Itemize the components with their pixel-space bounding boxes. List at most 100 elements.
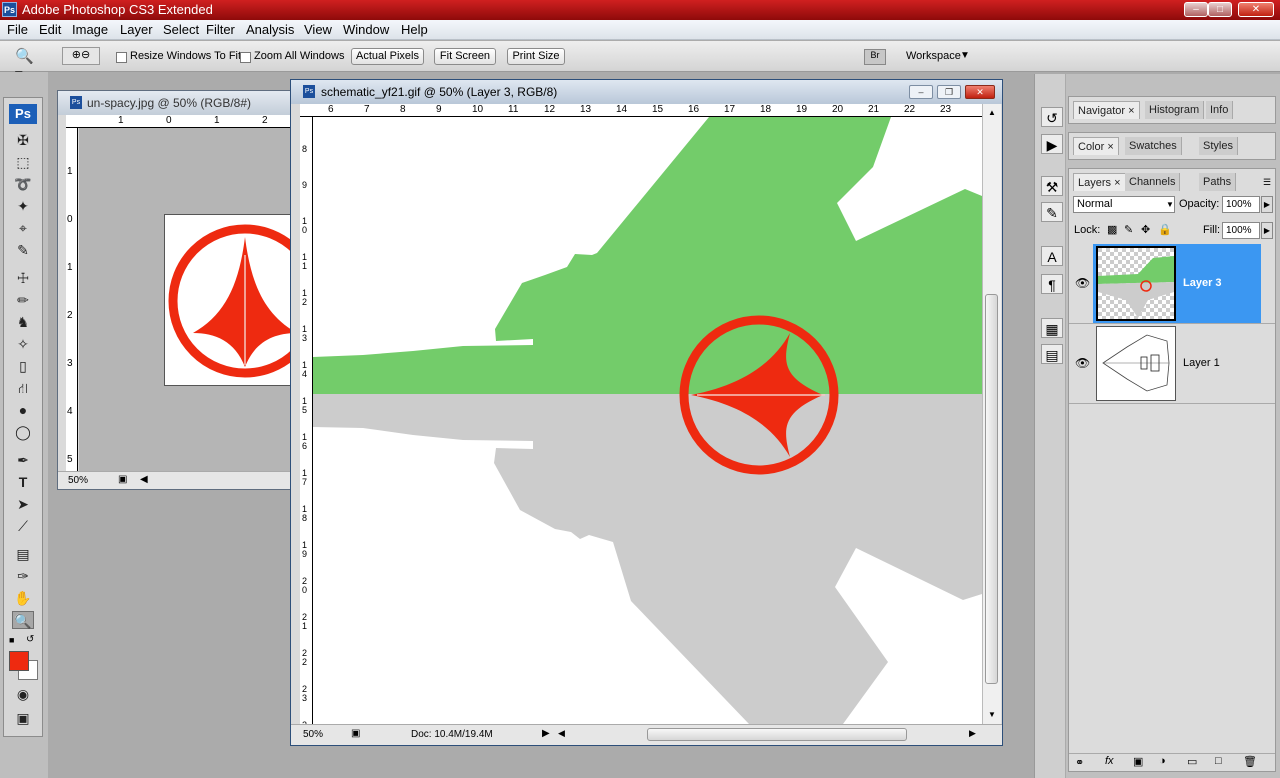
line-tool-icon[interactable]: ⟋ [12,517,34,535]
tab-layers[interactable]: Layers × [1073,173,1126,191]
notes-tool-icon[interactable]: ▤ [12,545,34,563]
layer-mask-icon[interactable]: ▣ [1133,755,1143,768]
menu-window[interactable]: Window [343,22,389,37]
blur-tool-icon[interactable]: ● [12,401,34,419]
document-title-bar[interactable]: Ps un-spacy.jpg @ 50% (RGB/8#) [58,91,296,115]
document-restore-button[interactable]: ❐ [937,85,961,99]
scroll-left-icon[interactable]: ◀ [140,474,148,485]
scroll-up-icon[interactable]: ▲ [988,108,996,117]
menu-file[interactable]: File [7,22,28,37]
zoom-tool-icon[interactable]: 🔍 [12,611,34,629]
tab-paths[interactable]: Paths [1199,173,1237,191]
bridge-icon[interactable]: Br [864,49,886,65]
magic-wand-icon[interactable]: ✦ [12,197,34,215]
history-brush-icon[interactable]: ✧ [12,335,34,353]
fill-input[interactable]: 100% [1222,222,1260,239]
tab-info[interactable]: Info [1206,101,1234,119]
document-canvas[interactable] [313,117,982,724]
document-close-button[interactable]: ✕ [965,85,995,99]
new-layer-icon[interactable]: □ [1215,755,1222,767]
move-tool-icon[interactable]: ✠ [12,131,34,149]
menu-image[interactable]: Image [72,22,108,37]
healing-brush-icon[interactable]: ☩ [12,269,34,287]
visibility-eye-icon[interactable]: 👁 [1075,356,1090,370]
menu-analysis[interactable]: Analysis [246,22,294,37]
crop-tool-icon[interactable]: ⌖ [12,219,34,237]
tab-histogram[interactable]: Histogram [1145,101,1205,119]
fit-screen-button[interactable]: Fit Screen [434,48,496,65]
paragraph-panel-icon[interactable]: ¶ [1041,274,1063,294]
status-menu-icon[interactable]: ▣ [351,728,360,739]
layer-comps-icon[interactable]: ▦ [1041,318,1063,338]
quick-mask-icon[interactable]: ◉ [12,685,34,703]
document-canvas-area[interactable] [79,128,296,471]
tab-styles[interactable]: Styles [1199,137,1238,155]
zoom-level[interactable]: 50% [303,729,323,740]
paint-bucket-icon[interactable]: ⛙ [12,379,34,397]
vertical-scrollbar[interactable]: ▲ ▼ [982,104,1001,724]
pen-tool-icon[interactable]: ✒ [12,451,34,469]
status-expand-icon[interactable]: ▶ [542,728,550,739]
panel-menu-icon[interactable]: ☰ [1263,177,1271,188]
zoom-level[interactable]: 50% [68,475,88,486]
tab-swatches[interactable]: Swatches [1125,137,1182,155]
marquee-tool-icon[interactable]: ⬚ [12,153,34,171]
slice-tool-icon[interactable]: ✎ [12,241,34,259]
lock-all-icon[interactable]: 🔒 [1158,223,1172,236]
lasso-tool-icon[interactable]: ➰ [12,175,34,193]
maximize-button[interactable]: □ [1208,2,1232,17]
menu-filter[interactable]: Filter [206,22,235,37]
visibility-eye-icon[interactable]: 👁 [1075,276,1090,290]
dodge-tool-icon[interactable]: ◯ [12,423,34,441]
zoom-all-checkbox[interactable] [240,52,251,63]
eraser-tool-icon[interactable]: ▯ [12,357,34,375]
adjustment-layer-icon[interactable]: ◑ [1159,755,1166,767]
tab-channels[interactable]: Channels [1125,173,1181,191]
new-group-icon[interactable]: ▭ [1187,755,1197,768]
actions-panel-icon[interactable]: ▶ [1041,134,1063,154]
layer-name[interactable]: Layer 3 [1183,277,1222,289]
character-panel-icon[interactable]: A [1041,246,1063,266]
blend-mode-select[interactable]: Normal ▼ [1073,196,1175,213]
horizontal-scroll-thumb[interactable] [647,728,907,741]
status-menu-icon[interactable]: ▣ [118,474,127,485]
document-title-bar[interactable]: Ps schematic_yf21.gif @ 50% (Layer 3, RG… [291,80,1002,104]
opacity-input[interactable]: 100% [1222,196,1260,213]
minimize-button[interactable]: – [1184,2,1208,17]
foreground-color-swatch[interactable] [9,651,29,671]
path-selection-icon[interactable]: ➤ [12,495,34,513]
opacity-chevron-icon[interactable]: ▶ [1261,196,1273,213]
zoom-tool-preset-icon[interactable]: 🔍▾ [15,47,41,83]
scroll-left-icon[interactable]: ◀ [558,728,565,739]
menu-view[interactable]: View [304,22,332,37]
default-colors-icon[interactable]: ■ [9,635,14,645]
layer-row[interactable]: 👁 Layer 1 [1069,324,1275,404]
zoom-in-out-icon[interactable]: ⊕⊖ [62,47,100,65]
layer-style-icon[interactable]: fx [1105,755,1114,767]
hand-tool-icon[interactable]: ✋ [12,589,34,607]
actual-pixels-button[interactable]: Actual Pixels [351,48,424,65]
delete-layer-icon[interactable]: 🗑 [1243,755,1257,768]
menu-select[interactable]: Select [163,22,199,37]
tab-color[interactable]: Color × [1073,137,1119,155]
screen-mode-icon[interactable]: ▣ [12,709,34,727]
scroll-down-icon[interactable]: ▼ [988,710,996,719]
workspace-button[interactable]: Workspace [906,50,961,62]
menu-help[interactable]: Help [401,22,428,37]
scroll-right-icon[interactable]: ▶ [969,728,976,739]
print-size-button[interactable]: Print Size [507,48,565,65]
vertical-scroll-thumb[interactable] [985,294,998,684]
menu-edit[interactable]: Edit [39,22,61,37]
brush-tool-icon[interactable]: ✏ [12,291,34,309]
swap-colors-icon[interactable]: ↺ [26,634,34,645]
layer-row[interactable]: 👁 Layer 3 [1069,244,1275,324]
lock-transparency-icon[interactable]: ▩ [1107,223,1117,236]
notes-panel-icon[interactable]: ▤ [1041,344,1063,364]
fill-chevron-icon[interactable]: ▶ [1261,222,1273,239]
clone-stamp-icon[interactable]: ♞ [12,313,34,331]
menu-layer[interactable]: Layer [120,22,153,37]
history-panel-icon[interactable]: ↺ [1041,107,1063,127]
lock-position-icon[interactable]: ✥ [1141,223,1150,236]
type-tool-icon[interactable]: T [12,473,34,491]
layer-name[interactable]: Layer 1 [1183,357,1220,369]
